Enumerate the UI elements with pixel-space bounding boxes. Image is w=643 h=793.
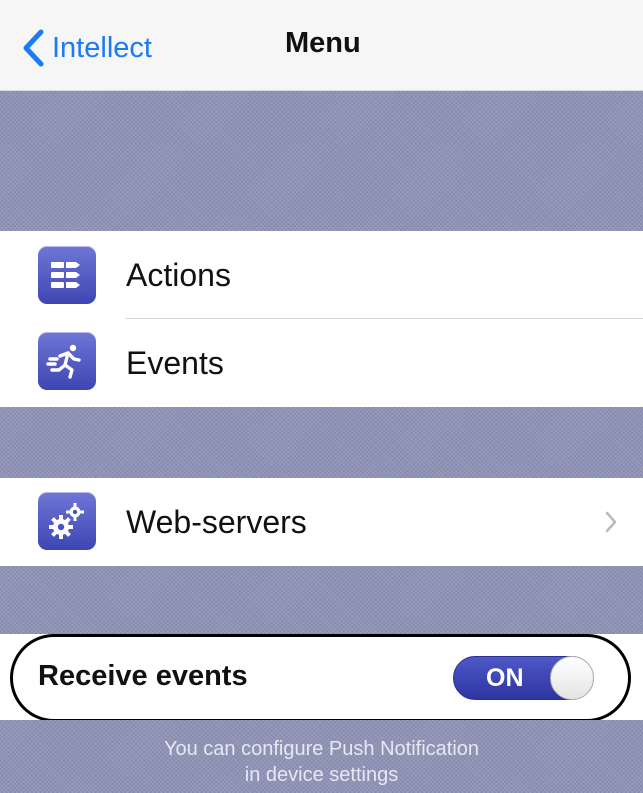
menu-item-label: Events [126, 344, 224, 381]
note-line-2: in device settings [244, 764, 399, 786]
menu-item-actions[interactable]: Actions [0, 231, 643, 319]
chevron-left-icon [23, 29, 44, 67]
receive-events-label: Receive events [38, 660, 248, 692]
actions-icon [38, 246, 96, 304]
receive-events-switch[interactable]: ON [453, 656, 594, 700]
menu-item-web-servers[interactable]: Web-servers [0, 478, 643, 566]
push-notification-note: You can configure Push Notification in d… [0, 736, 643, 788]
back-label: Intellect [52, 31, 152, 64]
switch-state-label: ON [486, 664, 524, 692]
back-button[interactable]: Intellect [22, 26, 152, 70]
switch-knob [550, 656, 594, 700]
navigation-bar: Intellect Menu [0, 0, 643, 91]
section-separator-band [0, 566, 643, 634]
page-title: Menu [285, 27, 361, 59]
chevron-right-icon [605, 511, 617, 533]
section-separator-band [0, 407, 643, 478]
section-header-band [0, 91, 643, 231]
menu-item-events[interactable]: Events [0, 319, 643, 407]
menu-item-label: Web-servers [126, 503, 307, 540]
gears-icon [38, 492, 96, 550]
menu-item-label: Actions [126, 256, 231, 293]
running-person-icon [38, 332, 96, 390]
note-line-1: You can configure Push Notification [163, 738, 480, 760]
